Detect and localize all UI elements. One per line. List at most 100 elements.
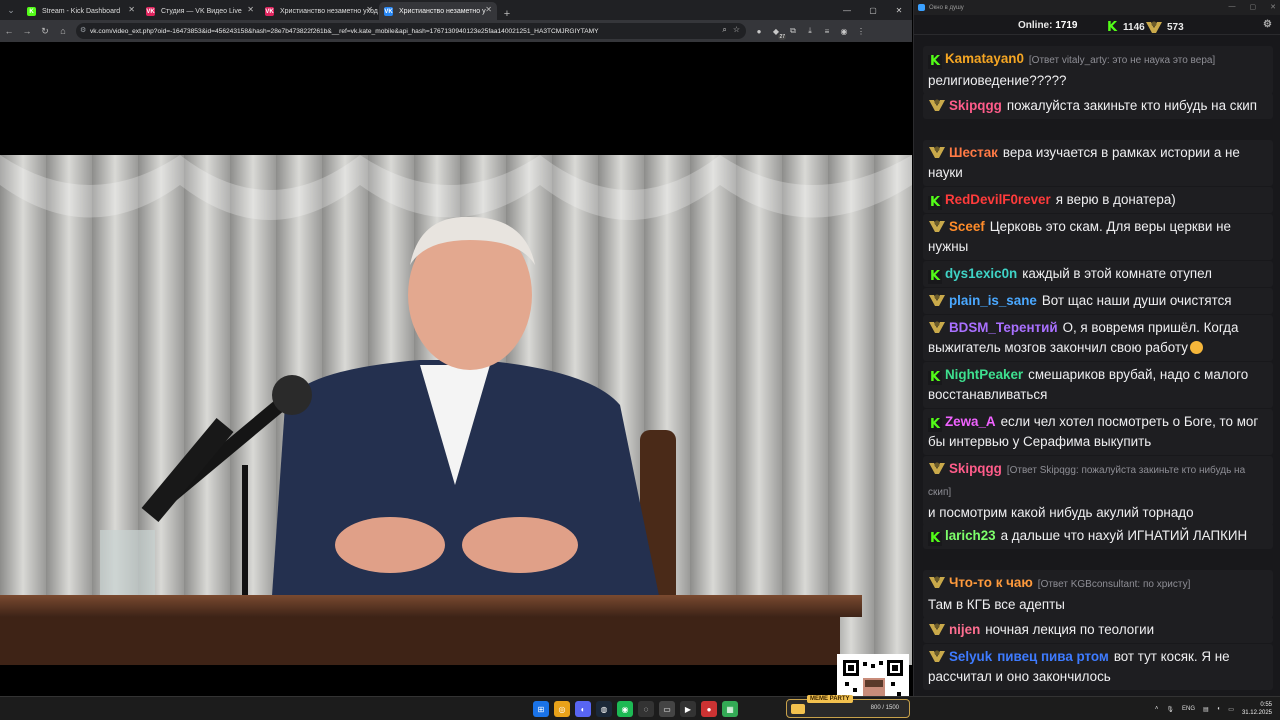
kick-logo-icon: K bbox=[1105, 19, 1119, 35]
chat-message-text: и посмотрим какой нибудь акулий торнадо bbox=[928, 505, 1194, 520]
maximize-icon[interactable]: ▢ bbox=[1250, 3, 1257, 11]
extension-icon[interactable]: ● bbox=[752, 24, 766, 38]
vk-live-logo-icon bbox=[929, 220, 945, 232]
vk-live-logo-icon bbox=[929, 650, 945, 662]
language-indicator[interactable]: ENG bbox=[1182, 706, 1195, 712]
chat-message: Skipqgg пожалуйста закиньте кто нибудь на… bbox=[923, 93, 1273, 119]
profile-icon[interactable]: ◉ bbox=[837, 24, 851, 38]
chat-username[interactable]: Skipqgg bbox=[949, 98, 1002, 113]
tab-favicon-icon: K bbox=[27, 7, 36, 16]
browser-tab[interactable]: VK Христианство незаметно у ✕ bbox=[379, 2, 497, 20]
spotify-icon[interactable]: ◉ bbox=[617, 701, 633, 717]
minimize-icon[interactable]: — bbox=[1229, 3, 1236, 11]
kick-viewers: K 1146 bbox=[1105, 19, 1145, 35]
chat-username[interactable]: Шестак bbox=[949, 145, 998, 160]
chat-username[interactable]: Sceef bbox=[949, 219, 985, 234]
tab-favicon-icon: VK bbox=[146, 7, 155, 16]
chat-message: Skipqgg [Ответ Skipqgg: пожалуйста закинь… bbox=[923, 456, 1273, 526]
chat-message: plain_is_sane Вот щас наши души очистятся bbox=[923, 288, 1273, 314]
extensions: ● ◆ 27 ⧉ ⤓ ≡ ◉ ⋮ bbox=[752, 24, 868, 40]
vk-count: 573 bbox=[1167, 21, 1184, 33]
app-icon[interactable]: ▭ bbox=[659, 701, 675, 717]
home-icon[interactable]: ⌂ bbox=[54, 20, 72, 42]
taskbar: ⊞ ◎ ◐ ◍ ◉ ◌ ▭ ▶ ● ▦ MEME PARTY 800 / 150… bbox=[0, 695, 1280, 720]
browser-tab[interactable]: VK Студия — VK Видео Live ✕ bbox=[141, 2, 259, 20]
media-icon[interactable]: ≡ bbox=[820, 24, 834, 38]
address-bar[interactable]: ⚙ vk.com/video_ext.php?oid=-16473853&id=… bbox=[76, 23, 746, 39]
tab-label: Христианство незаметно у bbox=[399, 7, 486, 15]
zoom-icon[interactable]: ⌕ bbox=[722, 25, 726, 35]
chat-username[interactable]: NightPeaker bbox=[945, 367, 1023, 382]
microphone-icon[interactable]: 🎙 bbox=[1166, 706, 1174, 713]
chat-username[interactable]: Что-то к чаю bbox=[949, 575, 1033, 590]
minimize-icon[interactable]: — bbox=[834, 0, 860, 20]
close-icon[interactable]: ✕ bbox=[1270, 3, 1276, 11]
chrome-icon[interactable]: ◎ bbox=[554, 701, 570, 717]
vk-live-logo-icon bbox=[929, 321, 945, 333]
forward-icon[interactable]: → bbox=[18, 20, 36, 42]
new-tab-button[interactable]: + bbox=[498, 8, 516, 20]
media-player-icon[interactable]: ▶ bbox=[680, 701, 696, 717]
tab-close-icon[interactable]: ✕ bbox=[485, 5, 492, 14]
kick-logo-icon: K bbox=[928, 54, 942, 69]
video-frame bbox=[0, 155, 912, 665]
recorder-icon[interactable]: ● bbox=[701, 701, 717, 717]
chat-username[interactable]: nijen bbox=[949, 622, 980, 637]
extension-badge-icon[interactable]: ◆ 27 bbox=[769, 24, 786, 40]
chat-username[interactable]: Kamatayan0 bbox=[945, 51, 1024, 66]
tab-close-icon[interactable]: ✕ bbox=[366, 5, 373, 14]
volume-icon[interactable]: ◖ bbox=[1217, 706, 1221, 712]
tab-close-icon[interactable]: ✕ bbox=[247, 5, 254, 14]
chat-reply-quote: [Ответ vitaly_arty: это не наука это вер… bbox=[1028, 55, 1216, 66]
windows-start-icon[interactable]: ⊞ bbox=[533, 701, 549, 717]
settings-gear-icon[interactable]: ⚙ bbox=[1263, 19, 1272, 30]
chat-message: Selyuk пивец пива ртом вот тут косяк. Я не… bbox=[923, 644, 1273, 690]
online-label: Online: bbox=[1018, 20, 1053, 31]
meme-party-logo-icon bbox=[791, 704, 805, 714]
maximize-icon[interactable]: ▢ bbox=[860, 0, 886, 20]
steam-icon[interactable]: ◍ bbox=[596, 701, 612, 717]
site-info-icon[interactable]: ⚙ bbox=[80, 26, 86, 34]
taskbar-apps: ⊞ ◎ ◐ ◍ ◉ ◌ ▭ ▶ ● ▦ bbox=[533, 701, 738, 717]
downloads-icon[interactable]: ⤓ bbox=[803, 24, 817, 38]
kick-count: 1146 bbox=[1123, 21, 1145, 33]
chat-message-text: Там в КГБ все адепты bbox=[928, 597, 1065, 612]
chat-username[interactable]: BDSM_Терентий bbox=[949, 320, 1058, 335]
network-icon[interactable]: ▤ bbox=[1203, 706, 1209, 713]
app-icon[interactable]: ▦ bbox=[722, 701, 738, 717]
obs-icon[interactable]: ◌ bbox=[638, 701, 654, 717]
chat-username[interactable]: dys1exic0n bbox=[945, 266, 1017, 281]
tray-chevron-icon[interactable]: ˄ bbox=[1155, 706, 1159, 712]
vk-live-logo-icon bbox=[929, 462, 945, 474]
chat-username-suffix: пивец пива ртом bbox=[997, 649, 1109, 664]
chat-username[interactable]: plain_is_sane bbox=[949, 293, 1037, 308]
chat-username[interactable]: Skipqgg bbox=[949, 461, 1002, 476]
bookmark-star-icon[interactable]: ☆ bbox=[733, 25, 740, 35]
discord-icon[interactable]: ◐ bbox=[575, 701, 591, 717]
chat-username[interactable]: Zewa_A bbox=[945, 414, 996, 429]
clock[interactable]: 0:55 31.12.2025 bbox=[1242, 701, 1272, 717]
vk-live-logo-icon bbox=[929, 146, 945, 158]
video-player[interactable] bbox=[0, 42, 912, 696]
browser-tab[interactable]: K Stream - Kick Dashboard ✕ bbox=[22, 2, 140, 20]
battery-icon[interactable]: ▭ bbox=[1228, 706, 1234, 713]
tab-close-icon[interactable]: ✕ bbox=[128, 5, 135, 14]
tab-search-icon[interactable]: ⌄ bbox=[0, 0, 22, 20]
chat-message-text: религиоведение????? bbox=[928, 73, 1067, 88]
browser-tab[interactable]: VK Христианство незаметно уход ✕ bbox=[260, 2, 378, 20]
menu-icon[interactable]: ⋮ bbox=[854, 24, 868, 38]
chat-username[interactable]: Selyuk bbox=[949, 649, 992, 664]
back-icon[interactable]: ← bbox=[0, 20, 18, 42]
vk-live-logo-icon bbox=[1146, 21, 1162, 33]
reload-icon[interactable]: ↻ bbox=[36, 20, 54, 42]
chat-username[interactable]: larich23 bbox=[945, 528, 996, 543]
chat-message-text: ночная лекция по теологии bbox=[985, 622, 1155, 637]
meme-party-widget[interactable]: MEME PARTY 800 / 1500 bbox=[786, 695, 910, 718]
close-icon[interactable]: ✕ bbox=[886, 0, 912, 20]
chat-message: BDSM_Терентий О, я вовремя пришёл. Когда … bbox=[923, 315, 1273, 361]
app-icon bbox=[918, 4, 925, 11]
chat-message: K NightPeaker смешариков врубай, надо с ма… bbox=[923, 362, 1273, 408]
puzzle-icon[interactable]: ⧉ bbox=[786, 24, 800, 38]
kick-logo-icon: K bbox=[928, 531, 942, 546]
chat-username[interactable]: RedDevilF0rever bbox=[945, 192, 1051, 207]
